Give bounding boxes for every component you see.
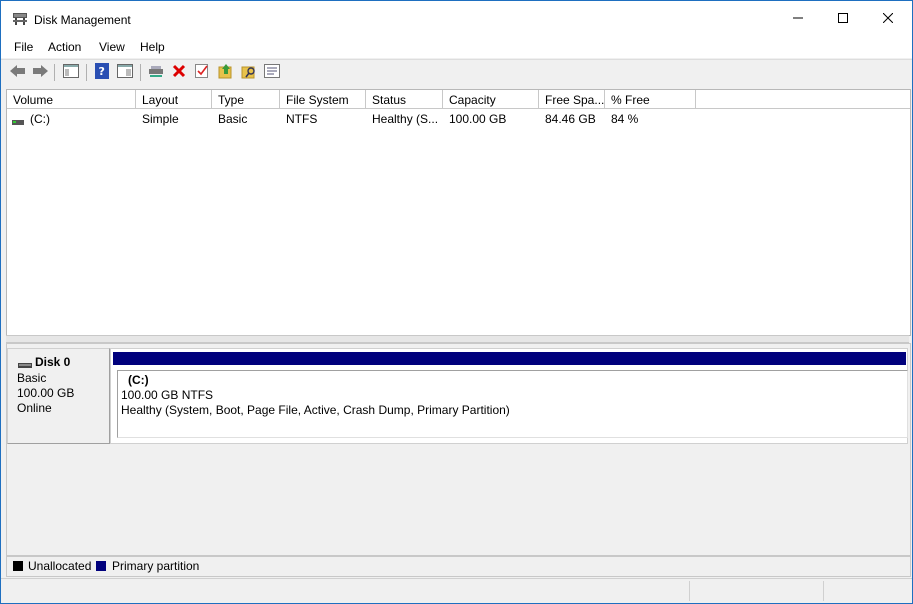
show-hide-console-tree-button[interactable] xyxy=(62,63,80,81)
legend: Unallocated Primary partition xyxy=(6,556,911,577)
properties-icon xyxy=(117,63,133,81)
title-bar[interactable]: Disk Management xyxy=(1,1,912,37)
help-button[interactable]: ? xyxy=(93,62,111,82)
minimize-icon xyxy=(793,12,803,26)
partition-status: Healthy (System, Boot, Page File, Active… xyxy=(121,403,510,417)
explore-folder-icon xyxy=(241,63,257,82)
minimize-button[interactable] xyxy=(775,1,821,37)
column-capacity[interactable]: Capacity xyxy=(443,90,539,109)
legend-primary-partition: Primary partition xyxy=(112,559,200,573)
disk-0-label[interactable]: Disk 0 Basic 100.00 GB Online xyxy=(7,348,110,444)
forward-arrow-icon xyxy=(32,64,48,81)
column-percent-free[interactable]: % Free xyxy=(605,90,696,109)
partition-c[interactable]: (C:) 100.00 GB NTFS Healthy (System, Boo… xyxy=(117,370,908,438)
volume-percent-free: 84 % xyxy=(611,112,639,126)
back-button[interactable] xyxy=(9,63,27,81)
volume-type: Basic xyxy=(218,112,248,126)
column-filler xyxy=(696,90,910,109)
volume-layout: Simple xyxy=(142,112,179,126)
disk-state: Online xyxy=(17,401,52,415)
disk-type: Basic xyxy=(17,371,47,385)
window-title: Disk Management xyxy=(34,13,131,27)
check-button[interactable] xyxy=(193,63,211,81)
volume-free-space: 84.46 GB xyxy=(545,112,596,126)
toolbar-separator xyxy=(54,64,55,81)
menu-help[interactable]: Help xyxy=(140,40,165,54)
unallocated-swatch xyxy=(13,561,23,571)
connect-disk-icon xyxy=(148,64,164,81)
open-folder-button[interactable] xyxy=(217,63,235,81)
explore-folder-button[interactable] xyxy=(240,63,258,81)
check-icon xyxy=(195,63,209,82)
console-tree-icon xyxy=(63,63,79,81)
disk-management-window: Disk Management File Action View Help ? xyxy=(0,0,913,604)
column-type[interactable]: Type xyxy=(212,90,280,109)
primary-partition-swatch xyxy=(96,561,106,571)
back-arrow-icon xyxy=(10,64,26,81)
properties-button[interactable] xyxy=(116,63,134,81)
column-free-space[interactable]: Free Spa... xyxy=(539,90,605,109)
legend-unallocated: Unallocated xyxy=(28,559,92,573)
forward-button[interactable] xyxy=(31,63,49,81)
toolbar-separator xyxy=(140,64,141,81)
column-layout[interactable]: Layout xyxy=(136,90,212,109)
volume-status: Healthy (S... xyxy=(372,112,439,126)
partition-label: (C:) xyxy=(128,373,149,387)
column-file-system[interactable]: File System xyxy=(280,90,366,109)
list-view-icon xyxy=(264,63,280,81)
svg-text:?: ? xyxy=(99,65,105,78)
close-icon xyxy=(882,12,894,26)
disk-icon xyxy=(18,358,32,372)
delete-button[interactable] xyxy=(170,63,188,81)
primary-partition-bar xyxy=(113,352,906,365)
help-icon: ? xyxy=(95,62,109,82)
menu-view[interactable]: View xyxy=(99,40,125,54)
partition-size-fs: 100.00 GB NTFS xyxy=(121,388,214,402)
status-bar xyxy=(1,578,912,603)
volume-name: (C:) xyxy=(30,112,50,126)
drive-icon xyxy=(12,115,24,129)
menu-action[interactable]: Action xyxy=(48,40,81,54)
status-segment xyxy=(823,581,824,601)
pane-splitter[interactable] xyxy=(6,335,909,343)
disk-name: Disk 0 xyxy=(35,355,71,369)
toolbar-separator xyxy=(86,64,87,81)
close-button[interactable] xyxy=(865,1,911,37)
disk-0-partitions: (C:) 100.00 GB NTFS Healthy (System, Boo… xyxy=(110,348,908,444)
disk-management-icon xyxy=(12,12,28,26)
connect-disk-button[interactable] xyxy=(147,63,165,81)
disk-size: 100.00 GB xyxy=(17,386,75,400)
menu-bar: File Action View Help xyxy=(1,37,912,58)
disk-view: Disk 0 Basic 100.00 GB Online (C:) 100.0… xyxy=(6,343,911,556)
list-view-button[interactable] xyxy=(263,63,281,81)
open-folder-icon xyxy=(218,63,234,82)
delete-icon xyxy=(172,64,186,81)
toolbar: ? xyxy=(1,59,912,84)
volume-list[interactable]: Volume Layout Type File System Status Ca… xyxy=(6,89,911,336)
volume-file-system: NTFS xyxy=(286,112,318,126)
volume-capacity: 100.00 GB xyxy=(449,112,507,126)
menu-file[interactable]: File xyxy=(14,40,33,54)
maximize-icon xyxy=(838,12,848,26)
maximize-button[interactable] xyxy=(820,1,866,37)
column-status[interactable]: Status xyxy=(366,90,443,109)
column-volume[interactable]: Volume xyxy=(7,90,136,109)
status-segment xyxy=(689,581,690,601)
